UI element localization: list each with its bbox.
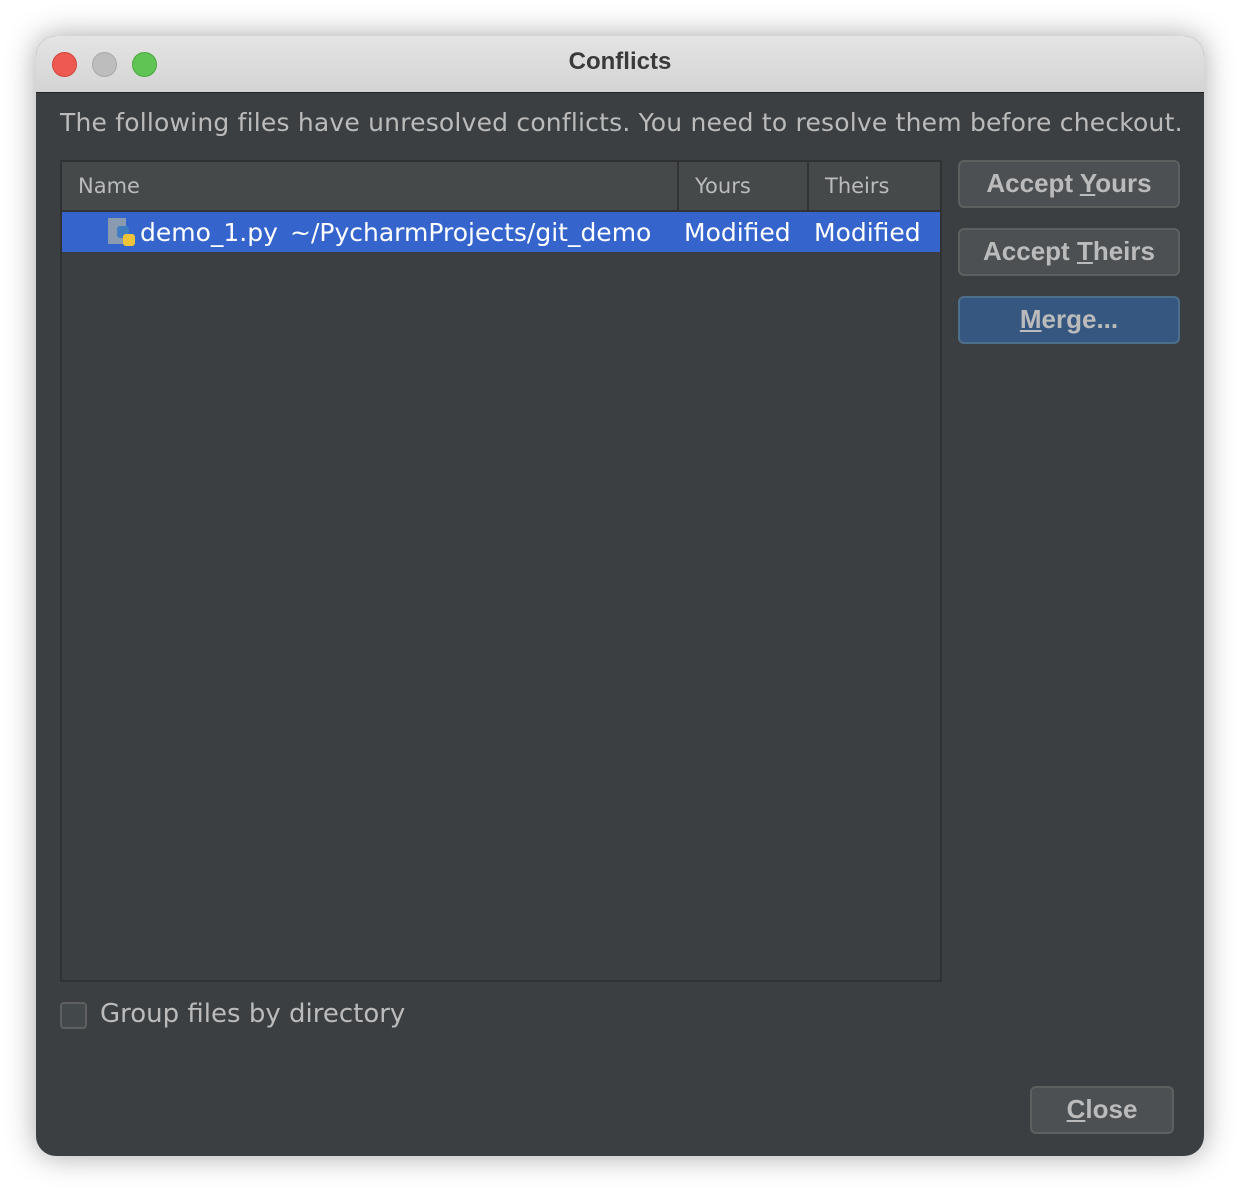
accept-yours-button[interactable]: Accept Yours: [958, 160, 1180, 208]
close-button[interactable]: Close: [1030, 1086, 1174, 1134]
window-title: Conflicts: [568, 48, 672, 75]
title-bar: Conflicts: [36, 36, 1204, 93]
table-header: Name Yours Theirs: [62, 162, 940, 212]
yours-status: Modified: [684, 217, 791, 247]
merge-button[interactable]: Merge...: [958, 296, 1180, 344]
column-name[interactable]: Name: [62, 162, 679, 210]
conflict-message: The following files have unresolved conf…: [60, 108, 1183, 137]
column-yours[interactable]: Yours: [679, 162, 809, 210]
file-name: demo_1.py: [140, 217, 278, 247]
column-theirs[interactable]: Theirs: [809, 162, 905, 210]
group-by-directory-label[interactable]: Group files by directory: [100, 999, 405, 1029]
python-file-icon: [108, 216, 136, 248]
group-by-directory-checkbox[interactable]: [60, 1002, 87, 1029]
file-path: ~/PycharmProjects/git_demo: [290, 217, 652, 247]
accept-theirs-button[interactable]: Accept Theirs: [958, 228, 1180, 276]
conflicts-dialog: Conflicts The following files have unres…: [36, 36, 1204, 1156]
conflicts-table: Name Yours Theirs demo_1.py ~/PycharmPro…: [60, 160, 942, 982]
table-row[interactable]: demo_1.py ~/PycharmProjects/git_demo Mod…: [62, 212, 940, 252]
theirs-status: Modified: [814, 217, 921, 247]
